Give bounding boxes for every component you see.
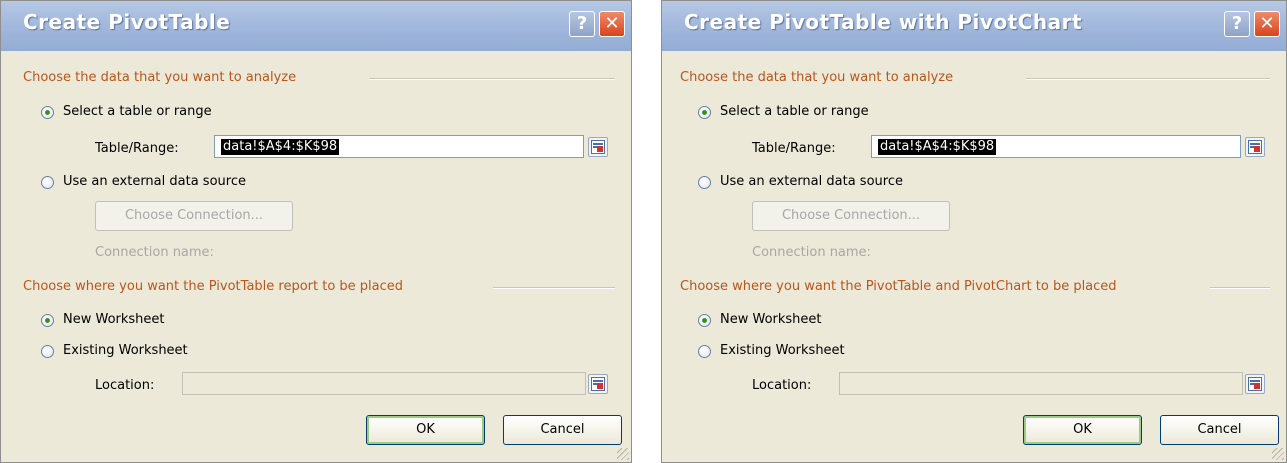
create-pivottable-with-pivotchart-dialog: Create PivotTable with PivotChart ? ✕ Ch… bbox=[661, 0, 1287, 463]
location-input[interactable] bbox=[839, 372, 1243, 395]
collapse-dialog-icon[interactable] bbox=[588, 374, 608, 394]
collapse-dialog-icon[interactable] bbox=[1245, 137, 1265, 157]
close-button[interactable]: ✕ bbox=[599, 11, 625, 37]
close-button[interactable]: ✕ bbox=[1254, 11, 1280, 37]
location-input[interactable] bbox=[182, 372, 586, 395]
divider bbox=[1026, 78, 1270, 80]
title-bar[interactable]: Create PivotTable ? ✕ bbox=[1, 1, 631, 51]
table-range-label: Table/Range: bbox=[752, 141, 836, 156]
section-data-heading: Choose the data that you want to analyze bbox=[680, 70, 954, 85]
divider bbox=[493, 287, 615, 289]
help-button[interactable]: ? bbox=[1224, 11, 1250, 37]
new-worksheet-label[interactable]: New Worksheet bbox=[720, 312, 822, 327]
collapse-dialog-icon[interactable] bbox=[588, 137, 608, 157]
create-pivottable-dialog: Create PivotTable ? ✕ Choose the data th… bbox=[0, 0, 632, 463]
resize-grip[interactable] bbox=[617, 448, 629, 460]
select-table-range-label[interactable]: Select a table or range bbox=[720, 104, 869, 119]
dialog-title: Create PivotTable bbox=[23, 10, 231, 34]
choose-connection-button[interactable]: Choose Connection... bbox=[752, 201, 950, 231]
new-worksheet-radio[interactable] bbox=[698, 314, 711, 327]
select-table-range-radio[interactable] bbox=[698, 106, 711, 119]
existing-worksheet-label[interactable]: Existing Worksheet bbox=[720, 343, 845, 358]
cancel-button[interactable]: Cancel bbox=[1160, 415, 1279, 445]
ok-button[interactable]: OK bbox=[1023, 415, 1142, 445]
section-placement-heading: Choose where you want the PivotTable and… bbox=[680, 279, 1117, 294]
divider bbox=[369, 78, 615, 80]
connection-name-label: Connection name: bbox=[752, 245, 871, 260]
table-range-input[interactable]: data!$A$4:$K$98 bbox=[871, 135, 1241, 158]
table-range-input[interactable]: data!$A$4:$K$98 bbox=[214, 135, 584, 158]
table-range-label: Table/Range: bbox=[95, 141, 179, 156]
select-table-range-radio[interactable] bbox=[41, 106, 54, 119]
divider bbox=[1210, 287, 1270, 289]
existing-worksheet-label[interactable]: Existing Worksheet bbox=[63, 343, 188, 358]
location-label: Location: bbox=[95, 378, 155, 393]
location-label: Location: bbox=[752, 378, 812, 393]
section-data-heading: Choose the data that you want to analyze bbox=[23, 70, 297, 85]
choose-connection-button[interactable]: Choose Connection... bbox=[95, 201, 293, 231]
new-worksheet-label[interactable]: New Worksheet bbox=[63, 312, 165, 327]
select-table-range-label[interactable]: Select a table or range bbox=[63, 104, 212, 119]
external-source-label[interactable]: Use an external data source bbox=[720, 174, 903, 189]
existing-worksheet-radio[interactable] bbox=[41, 345, 54, 358]
connection-name-label: Connection name: bbox=[95, 245, 214, 260]
new-worksheet-radio[interactable] bbox=[41, 314, 54, 327]
ok-button[interactable]: OK bbox=[366, 415, 485, 445]
help-button[interactable]: ? bbox=[569, 11, 595, 37]
cancel-button[interactable]: Cancel bbox=[503, 415, 622, 445]
resize-grip[interactable] bbox=[1272, 448, 1284, 460]
external-source-radio[interactable] bbox=[698, 176, 711, 189]
existing-worksheet-radio[interactable] bbox=[698, 345, 711, 358]
title-bar[interactable]: Create PivotTable with PivotChart ? ✕ bbox=[662, 1, 1286, 51]
external-source-label[interactable]: Use an external data source bbox=[63, 174, 246, 189]
external-source-radio[interactable] bbox=[41, 176, 54, 189]
dialog-title: Create PivotTable with PivotChart bbox=[684, 10, 1083, 34]
section-placement-heading: Choose where you want the PivotTable rep… bbox=[23, 279, 404, 294]
table-range-value: data!$A$4:$K$98 bbox=[221, 139, 340, 155]
collapse-dialog-icon[interactable] bbox=[1245, 374, 1265, 394]
table-range-value: data!$A$4:$K$98 bbox=[878, 139, 997, 155]
